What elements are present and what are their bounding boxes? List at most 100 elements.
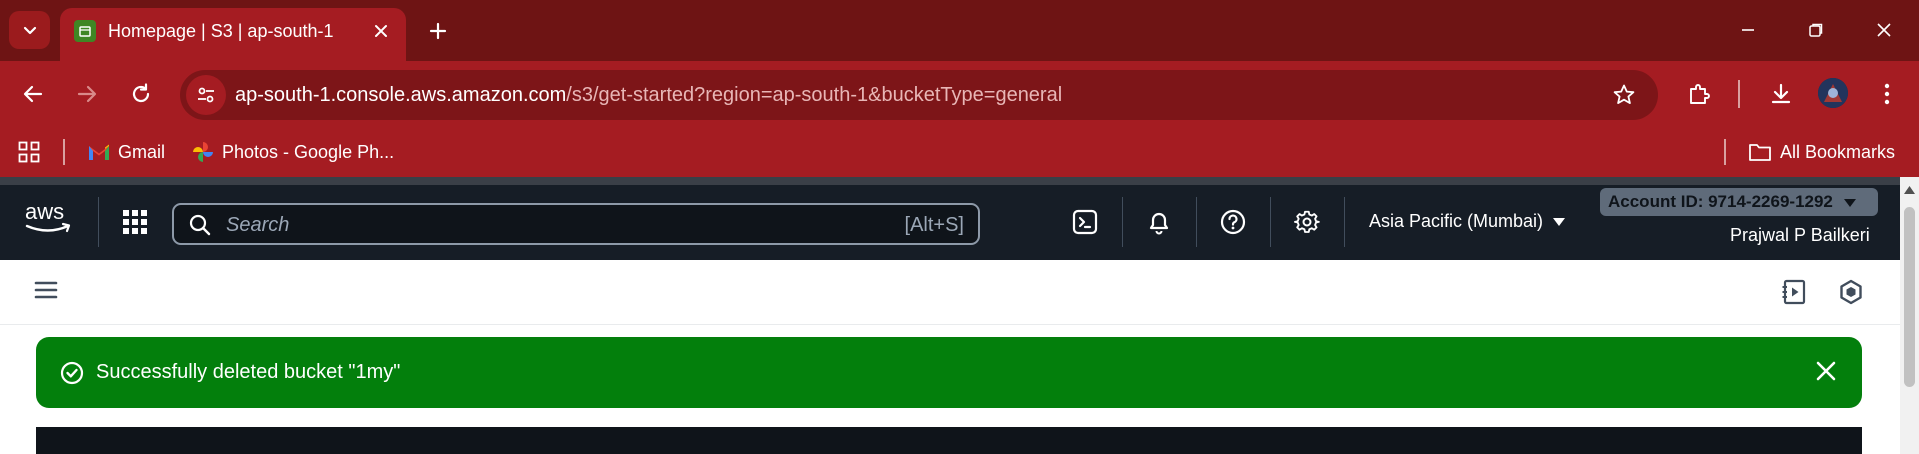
apps-grid-icon	[18, 141, 40, 163]
search-input[interactable]	[224, 211, 828, 239]
downloads-button[interactable]	[1764, 77, 1798, 111]
address-bar[interactable]: ap-south-1.console.aws.amazon.com/s3/get…	[180, 70, 1658, 120]
scroll-up-arrow-icon[interactable]	[1904, 185, 1915, 195]
region-selector[interactable]: Asia Pacific (Mumbai)	[1369, 211, 1566, 232]
s3-favicon-icon	[74, 20, 96, 42]
menu-icon	[34, 281, 58, 299]
download-icon	[1771, 83, 1791, 104]
close-icon	[1816, 361, 1836, 381]
back-button[interactable]	[16, 77, 50, 111]
tools-panel-button[interactable]	[1780, 278, 1808, 306]
region-label: Asia Pacific (Mumbai)	[1369, 211, 1544, 231]
side-navigation-toggle[interactable]	[34, 280, 58, 300]
caret-down-icon	[1843, 198, 1856, 207]
flash-message-text: Successfully deleted bucket "1my"	[96, 361, 401, 383]
minimize-button[interactable]	[1730, 14, 1766, 46]
header-separator	[1270, 197, 1271, 247]
browser-toolbar: ap-south-1.console.aws.amazon.com/s3/get…	[0, 61, 1919, 127]
account-id: Account ID: 9714-2269-1292	[1608, 192, 1833, 211]
services-grid-icon	[123, 210, 147, 234]
forward-button[interactable]	[70, 77, 104, 111]
console-search-box[interactable]: [Alt+S]	[172, 203, 980, 245]
extensions-button[interactable]	[1682, 77, 1716, 111]
tune-icon	[198, 87, 214, 103]
star-icon	[1613, 84, 1635, 104]
bookmarks-separator	[63, 139, 65, 165]
restore-button[interactable]	[1798, 14, 1834, 46]
bell-icon	[1149, 212, 1169, 235]
bookmark-gmail-label: Gmail	[118, 141, 166, 162]
url-host: ap-south-1.console.aws.amazon.com	[235, 84, 567, 106]
gmail-icon	[89, 144, 109, 160]
bookmark-google-photos[interactable]: Photos - Google Ph...	[192, 139, 394, 165]
reload-icon	[132, 83, 150, 103]
profile-avatar[interactable]	[1818, 78, 1848, 108]
site-info-button[interactable]	[186, 75, 226, 115]
aws-logo-icon: aws	[25, 201, 71, 233]
bookmark-gmail[interactable]: Gmail	[88, 139, 165, 165]
arrow-left-icon	[23, 85, 43, 103]
bookmark-google-photos-label: Photos - Google Ph...	[222, 141, 395, 162]
username[interactable]: Prajwal P Bailkeri	[1730, 225, 1870, 246]
header-separator	[98, 197, 99, 247]
tab-close-button[interactable]	[370, 20, 392, 42]
scrollbar-thumb[interactable]	[1904, 207, 1915, 387]
bookmarks-bar: Gmail Photos - Google Ph... All Bookmark…	[0, 127, 1919, 177]
all-bookmarks-label: All Bookmarks	[1780, 141, 1896, 162]
restore-icon	[1809, 23, 1823, 37]
search-shortcut-hint: [Alt+S]	[904, 214, 964, 236]
close-window-button[interactable]	[1866, 14, 1902, 46]
settings-button[interactable]	[1292, 207, 1322, 237]
close-icon	[375, 25, 387, 37]
header-separator	[1122, 197, 1123, 247]
close-icon	[1877, 23, 1891, 37]
puzzle-icon	[1690, 84, 1710, 104]
url-text[interactable]: ap-south-1.console.aws.amazon.com/s3/get…	[235, 83, 1062, 107]
header-separator	[1344, 197, 1345, 247]
help-button[interactable]	[1218, 207, 1248, 237]
success-flash-message: Successfully deleted bucket "1my"	[36, 337, 1862, 408]
check-circle-icon	[60, 361, 84, 385]
bookmark-star-button[interactable]	[1612, 83, 1636, 107]
cloudshell-button[interactable]	[1070, 207, 1100, 237]
gear-icon	[1294, 210, 1320, 233]
services-menu-button[interactable]	[122, 209, 148, 235]
chevron-down-icon	[23, 26, 36, 35]
s3-hero-banner	[36, 427, 1862, 454]
arrow-right-icon	[77, 85, 97, 103]
all-bookmarks-button[interactable]: All Bookmarks	[1748, 139, 1895, 165]
url-path: /s3/get-started?region=ap-south-1&bucket…	[566, 84, 1063, 106]
new-tab-button[interactable]	[422, 15, 454, 47]
folder-icon	[1749, 144, 1771, 161]
tab-search-button[interactable]	[9, 11, 50, 49]
browser-menu-button[interactable]	[1870, 77, 1904, 111]
search-icon	[189, 214, 211, 236]
svg-text:aws: aws	[25, 201, 64, 224]
minimize-icon	[1742, 29, 1754, 31]
browser-tab-active[interactable]: Homepage | S3 | ap-south-1	[60, 8, 406, 61]
help-icon	[1220, 209, 1246, 235]
avatar-icon	[1818, 78, 1848, 108]
header-separator	[1196, 197, 1197, 247]
amazon-q-button[interactable]	[1837, 278, 1865, 306]
browser-tab-strip: Homepage | S3 | ap-south-1	[0, 0, 1919, 61]
terminal-icon	[1072, 209, 1098, 235]
page-top-edge	[0, 177, 1919, 185]
book-play-icon	[1782, 279, 1806, 305]
page-scrollbar[interactable]	[1900, 177, 1919, 454]
apps-button[interactable]	[18, 139, 40, 165]
caret-down-icon	[1553, 217, 1566, 226]
toolbar-separator	[1738, 80, 1740, 108]
hexagon-q-icon	[1840, 279, 1862, 305]
aws-global-header: aws [Alt+S] Asia Pacific (Mumbai) Accoun	[0, 185, 1900, 260]
google-photos-icon	[193, 142, 213, 162]
plus-icon	[429, 22, 447, 40]
tab-title: Homepage | S3 | ap-south-1	[108, 21, 334, 41]
service-subheader	[0, 260, 1900, 325]
aws-home-link[interactable]: aws	[24, 201, 74, 237]
dismiss-flash-button[interactable]	[1814, 359, 1838, 383]
notifications-button[interactable]	[1144, 207, 1174, 237]
account-menu[interactable]: Account ID: 9714-2269-1292	[1600, 188, 1878, 216]
kebab-menu-icon	[1884, 83, 1890, 105]
reload-button[interactable]	[124, 77, 158, 111]
